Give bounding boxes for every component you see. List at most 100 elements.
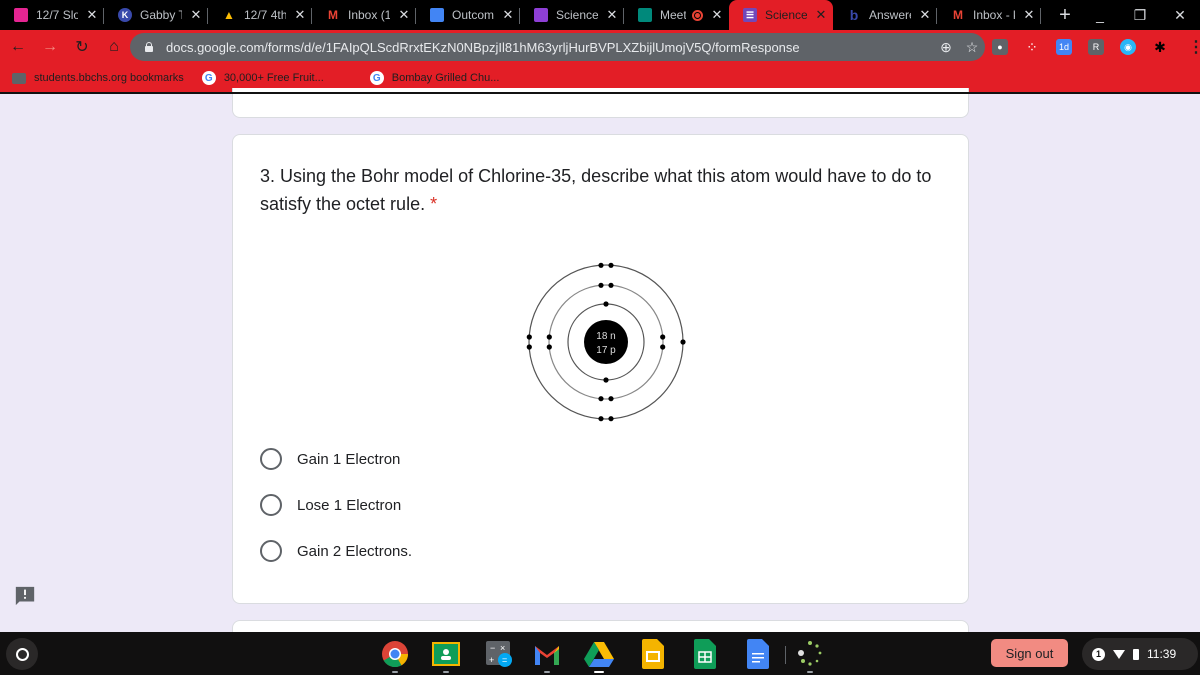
minimize-button[interactable]: _ bbox=[1080, 7, 1120, 23]
close-tab-icon[interactable]: ✕ bbox=[711, 7, 723, 23]
home-button[interactable]: ⌂ bbox=[100, 38, 128, 56]
tab-inbox-k[interactable]: M Inbox - k ✕ bbox=[937, 0, 1041, 30]
tab-answere[interactable]: b Answere ✕ bbox=[833, 0, 937, 30]
google-drive-icon: ▲ bbox=[223, 8, 235, 22]
reload-button[interactable]: ↻ bbox=[68, 37, 96, 57]
radio-button[interactable] bbox=[260, 540, 282, 562]
google-drive-app-icon[interactable] bbox=[584, 639, 614, 673]
option-label: Gain 1 Electron bbox=[297, 450, 401, 468]
electron bbox=[598, 262, 604, 268]
calendar-extension-icon[interactable]: 1d bbox=[1056, 39, 1072, 55]
new-tab-button[interactable]: + bbox=[1055, 4, 1075, 27]
globe-extension-icon[interactable]: ◉ bbox=[1120, 39, 1136, 55]
close-tab-icon[interactable]: ✕ bbox=[398, 7, 410, 23]
recording-icon bbox=[692, 9, 703, 21]
battery-icon bbox=[1133, 648, 1139, 660]
electron bbox=[526, 334, 532, 340]
address-bar[interactable]: docs.google.com/forms/d/e/1FAIpQLScdRrxt… bbox=[130, 33, 985, 61]
r-extension-icon[interactable]: R bbox=[1088, 39, 1104, 55]
tab-inbox-1[interactable]: M Inbox (1) ✕ bbox=[312, 0, 416, 30]
close-tab-icon[interactable]: ✕ bbox=[190, 7, 202, 23]
brainly-icon: b bbox=[849, 7, 859, 23]
gmail-app-icon[interactable] bbox=[532, 639, 562, 673]
calculator-app-icon[interactable]: − × + = bbox=[484, 639, 514, 669]
tab-12-7-4th[interactable]: ▲ 12/7 4th ✕ bbox=[208, 0, 312, 30]
toolbar-divider bbox=[0, 92, 1200, 94]
option-label: Gain 2 Electrons. bbox=[297, 542, 413, 560]
bookmark-bombay-grilled[interactable]: G Bombay Grilled Chu... bbox=[369, 71, 499, 85]
electron bbox=[598, 416, 604, 422]
electron bbox=[598, 282, 604, 288]
launcher-button[interactable] bbox=[6, 638, 38, 670]
bookmark-folder-students[interactable]: students.bbchs.org bookmarks bbox=[12, 72, 184, 84]
shelf-divider bbox=[785, 646, 786, 664]
loading-app-icon[interactable] bbox=[795, 639, 825, 673]
electron bbox=[660, 334, 666, 340]
google-classroom-assignment-icon bbox=[534, 8, 548, 22]
notification-badge[interactable]: 1 bbox=[1092, 647, 1105, 661]
question-card: 3. Using the Bohr model of Chlorine-35, … bbox=[232, 134, 969, 604]
google-icon: G bbox=[369, 71, 384, 85]
close-tab-icon[interactable]: ✕ bbox=[502, 7, 514, 23]
google-classroom-assignment-icon bbox=[14, 8, 28, 22]
close-tab-icon[interactable]: ✕ bbox=[1023, 7, 1035, 23]
window-controls: _ ❐ ✕ bbox=[1080, 0, 1200, 30]
radio-button[interactable] bbox=[260, 494, 282, 516]
tab-title: 12/7 4th bbox=[244, 8, 286, 22]
close-window-button[interactable]: ✕ bbox=[1160, 7, 1200, 24]
chrome-app-icon[interactable] bbox=[380, 639, 410, 673]
google-slides-app-icon[interactable] bbox=[638, 639, 668, 669]
browser-menu-button[interactable]: ⋮ bbox=[1188, 37, 1200, 57]
sign-out-button[interactable]: Sign out bbox=[991, 639, 1068, 667]
url-text[interactable]: docs.google.com/forms/d/e/1FAIpQLScdRrxt… bbox=[166, 40, 933, 55]
google-meet-icon bbox=[638, 8, 652, 22]
puzzle-extensions-icon[interactable]: ✱ bbox=[1152, 39, 1168, 55]
feedback-icon[interactable] bbox=[14, 585, 36, 607]
close-tab-icon[interactable]: ✕ bbox=[86, 7, 98, 23]
svg-text:+: + bbox=[489, 655, 494, 665]
restore-button[interactable]: ❐ bbox=[1120, 7, 1160, 24]
tab-meet[interactable]: Meet ✕ bbox=[624, 0, 729, 30]
option-gain-2-electrons[interactable]: Gain 2 Electrons. bbox=[260, 540, 412, 562]
lightbulb-extension-icon[interactable]: ● bbox=[992, 39, 1008, 55]
tab-science[interactable]: Science ✕ bbox=[520, 0, 624, 30]
tab-science[interactable]: ☰ Science ✕ bbox=[729, 0, 833, 30]
google-sheets-app-icon[interactable] bbox=[690, 639, 720, 669]
chromeos-shelf: − × + = Sign out 1 11:39 bbox=[0, 632, 1200, 675]
back-button[interactable]: ← bbox=[4, 38, 32, 56]
running-indicator bbox=[594, 671, 604, 673]
running-indicator bbox=[392, 671, 398, 673]
electron bbox=[660, 344, 666, 350]
close-tab-icon[interactable]: ✕ bbox=[606, 7, 618, 23]
close-tab-icon[interactable]: ✕ bbox=[815, 7, 827, 23]
nucleus bbox=[584, 320, 628, 364]
gmail-icon: M bbox=[953, 8, 963, 22]
google-icon: G bbox=[201, 71, 216, 85]
tab-12-7-slo[interactable]: 12/7 Slo ✕ bbox=[0, 0, 104, 30]
bookmark-label: 30,000+ Free Fruit... bbox=[223, 72, 324, 84]
folder-icon bbox=[12, 72, 26, 84]
option-gain-1-electron[interactable]: Gain 1 Electron bbox=[260, 448, 400, 470]
google-docs-app-icon[interactable] bbox=[743, 639, 773, 669]
clock-time: 11:39 bbox=[1147, 647, 1177, 661]
status-tray[interactable]: 1 11:39 bbox=[1082, 638, 1198, 670]
option-lose-1-electron[interactable]: Lose 1 Electron bbox=[260, 494, 401, 516]
wifi-icon bbox=[1113, 649, 1125, 659]
zoom-icon[interactable]: ⊕ bbox=[933, 39, 959, 56]
electron bbox=[603, 301, 609, 307]
loading-dots-extension-icon[interactable]: ⁘ bbox=[1024, 39, 1040, 55]
protons-label: 17 p bbox=[596, 345, 616, 356]
forward-button[interactable]: → bbox=[36, 38, 64, 56]
lock-icon[interactable] bbox=[144, 42, 154, 52]
radio-button[interactable] bbox=[260, 448, 282, 470]
tab-gabby-to[interactable]: K Gabby To ✕ bbox=[104, 0, 208, 30]
kami-icon: K bbox=[118, 8, 132, 22]
google-classroom-app-icon[interactable] bbox=[431, 639, 461, 673]
option-label: Lose 1 Electron bbox=[297, 496, 402, 514]
close-tab-icon[interactable]: ✕ bbox=[294, 7, 306, 23]
bookmark-free-fruit[interactable]: G 30,000+ Free Fruit... bbox=[201, 71, 324, 85]
tab-outcome[interactable]: Outcome ✕ bbox=[416, 0, 520, 30]
launcher-circle-icon bbox=[15, 647, 29, 661]
bookmark-star-icon[interactable]: ☆ bbox=[959, 39, 985, 56]
close-tab-icon[interactable]: ✕ bbox=[919, 7, 931, 23]
